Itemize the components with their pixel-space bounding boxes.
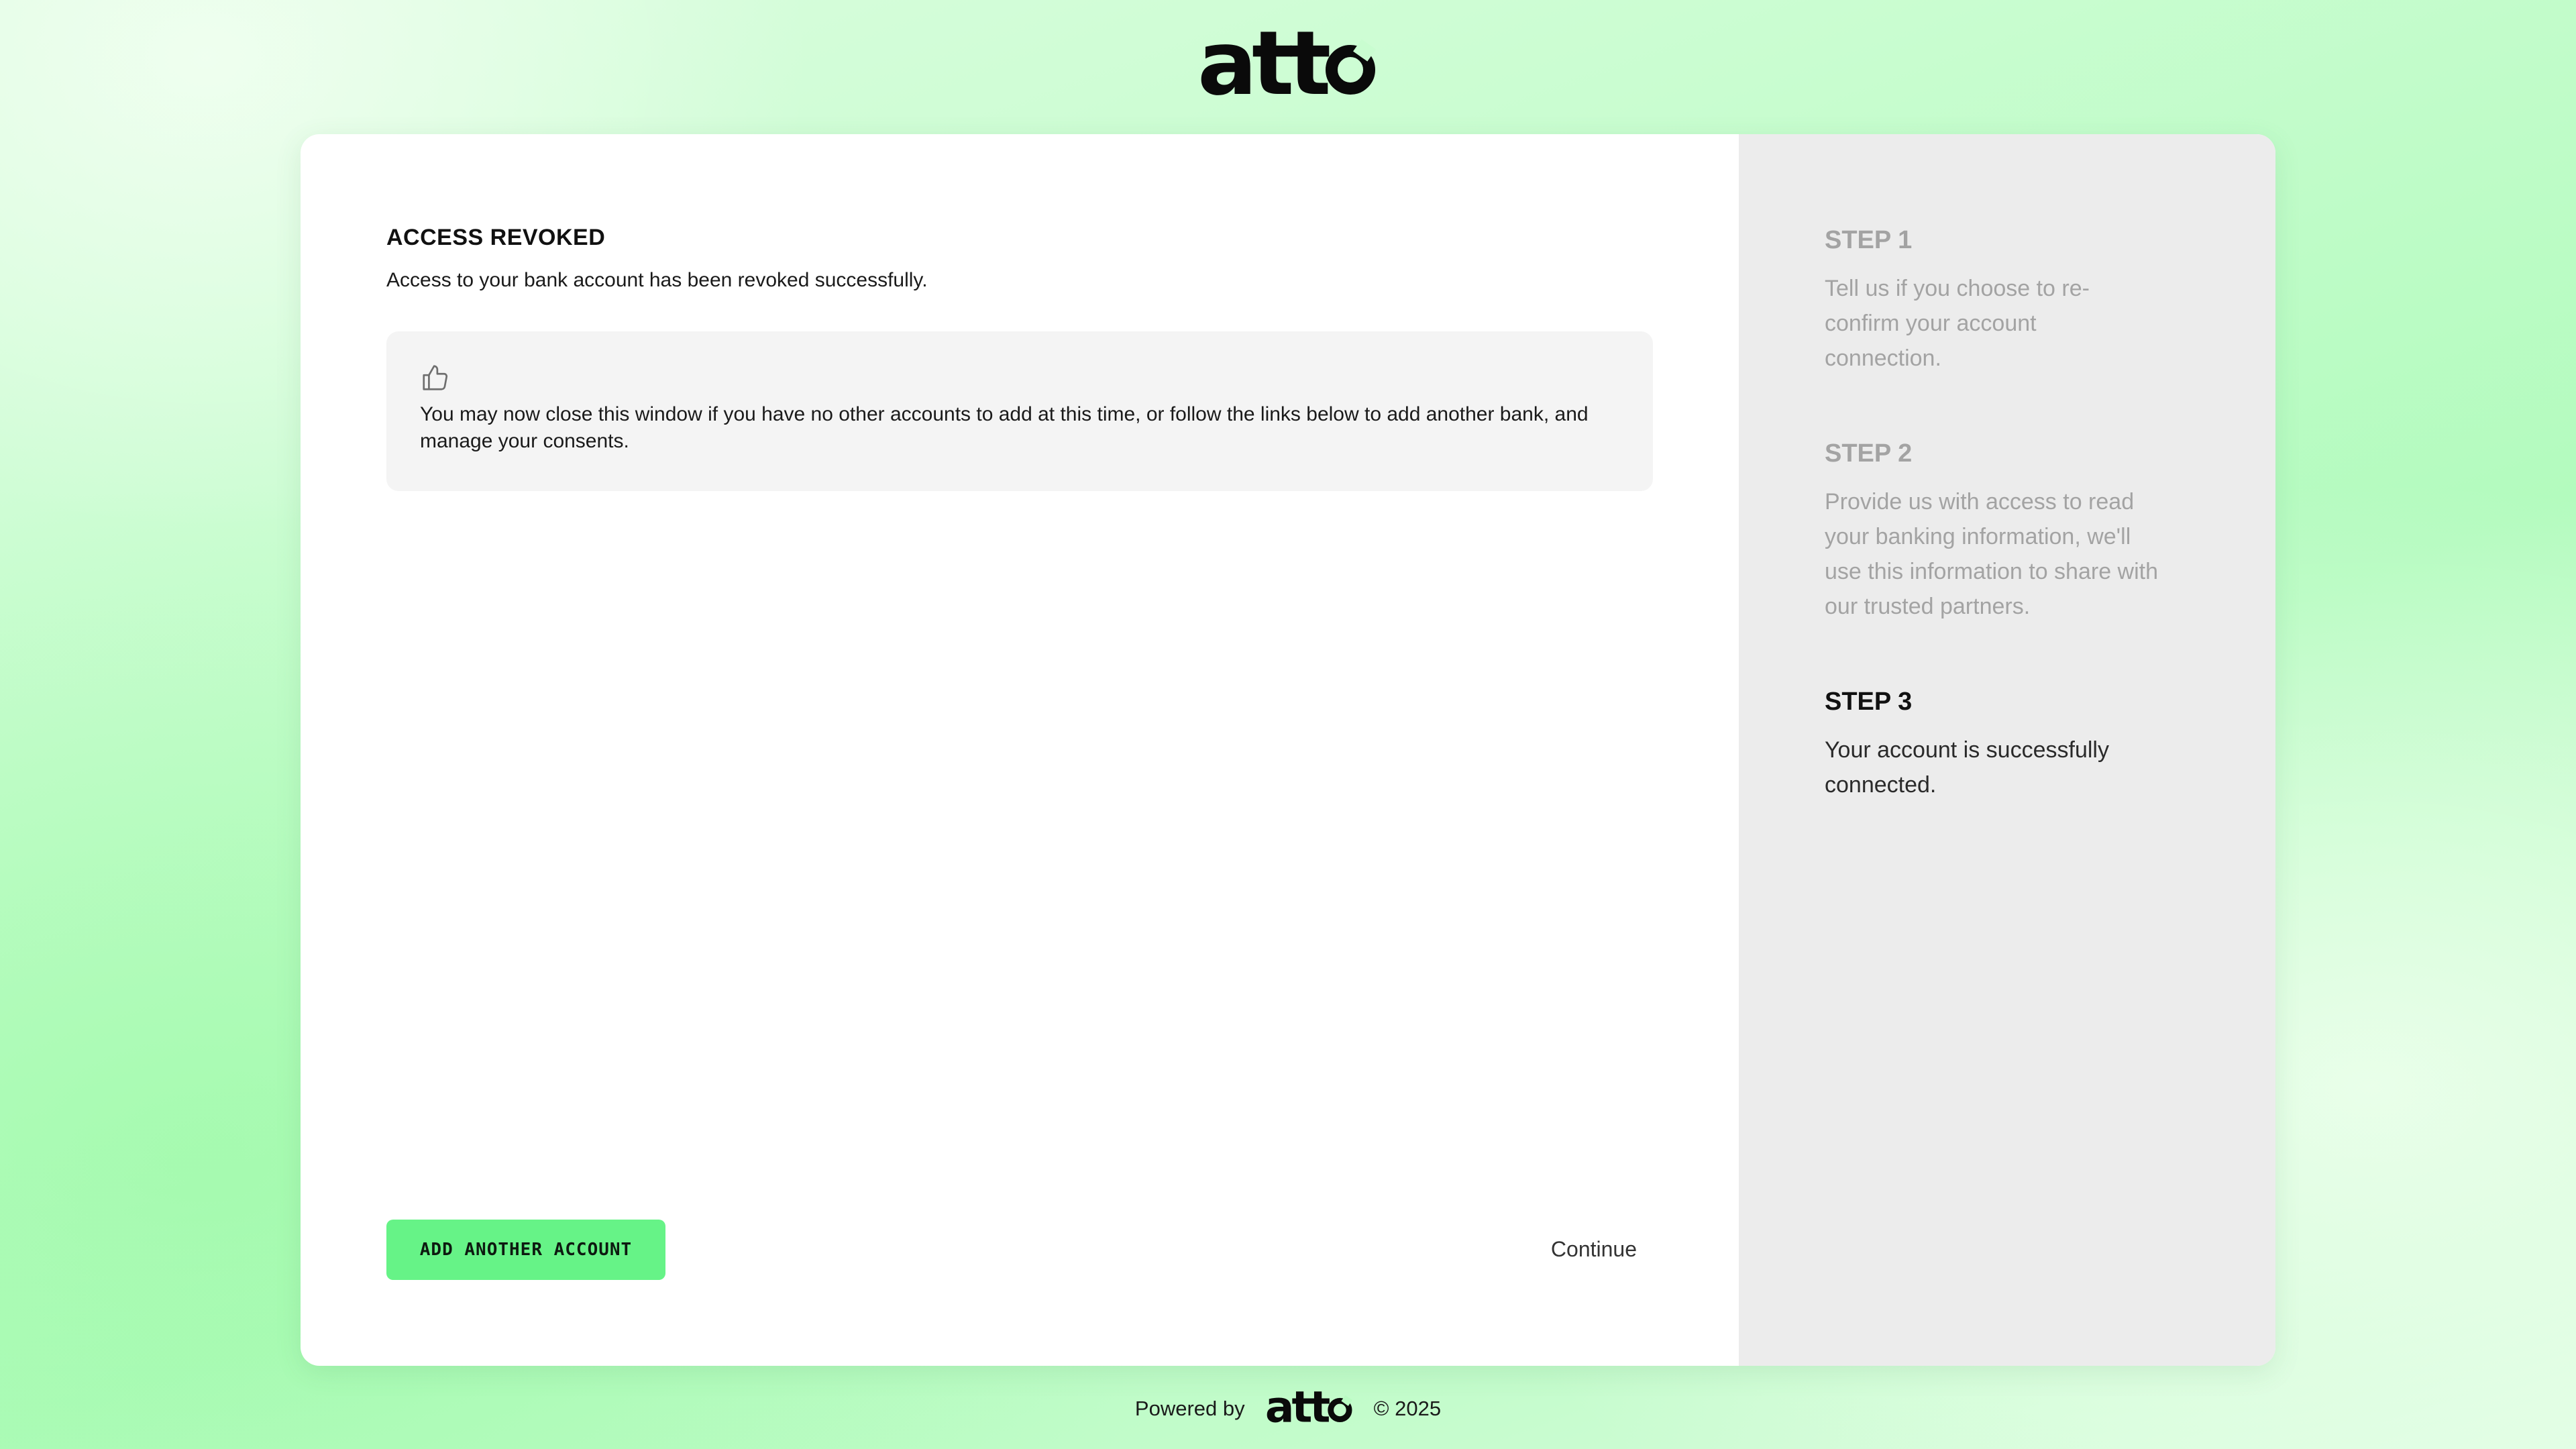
step-1: STEP 1 Tell us if you choose to re-confi…: [1825, 224, 2208, 376]
copyright-text: © 2025: [1373, 1397, 1442, 1420]
step-description: Provide us with access to read your bank…: [1825, 489, 2159, 619]
step-2: STEP 2 Provide us with access to read yo…: [1825, 437, 2208, 624]
info-notice: You may now close this window if you hav…: [386, 331, 1653, 491]
step-title: STEP 2: [1825, 439, 1913, 468]
step-title: STEP 3: [1825, 688, 1913, 716]
page-title: ACCESS REVOKED: [386, 225, 606, 250]
steps-panel: STEP 1 Tell us if you choose to re-confi…: [1739, 134, 2275, 1366]
page-subtitle: Access to your bank account has been rev…: [386, 269, 928, 291]
atto-footer-logo: att: [1265, 1389, 1354, 1429]
svg-text:att: att: [1197, 27, 1330, 107]
footer: Powered by att © 2025: [1135, 1389, 1441, 1429]
consent-card: ACCESS REVOKED Access to your bank accou…: [301, 134, 2275, 1366]
powered-by-label: Powered by: [1134, 1397, 1245, 1420]
notice-text: You may now close this window if you hav…: [420, 403, 1589, 452]
thumbs-up-icon: [423, 365, 448, 390]
step-title: STEP 1: [1825, 226, 1913, 254]
step-description: Tell us if you choose to re-confirm your…: [1825, 276, 2090, 371]
svg-text:att: att: [1265, 1389, 1330, 1429]
continue-link[interactable]: Continue: [1551, 1236, 1637, 1263]
step-description: Your account is successfully connected.: [1825, 737, 2109, 798]
atto-logo: att: [1197, 27, 1379, 107]
main-panel: ACCESS REVOKED Access to your bank accou…: [301, 134, 1739, 1366]
step-3: STEP 3 Your account is successfully conn…: [1825, 686, 2208, 802]
add-another-account-button[interactable]: ADD ANOTHER ACCOUNT: [386, 1220, 665, 1280]
